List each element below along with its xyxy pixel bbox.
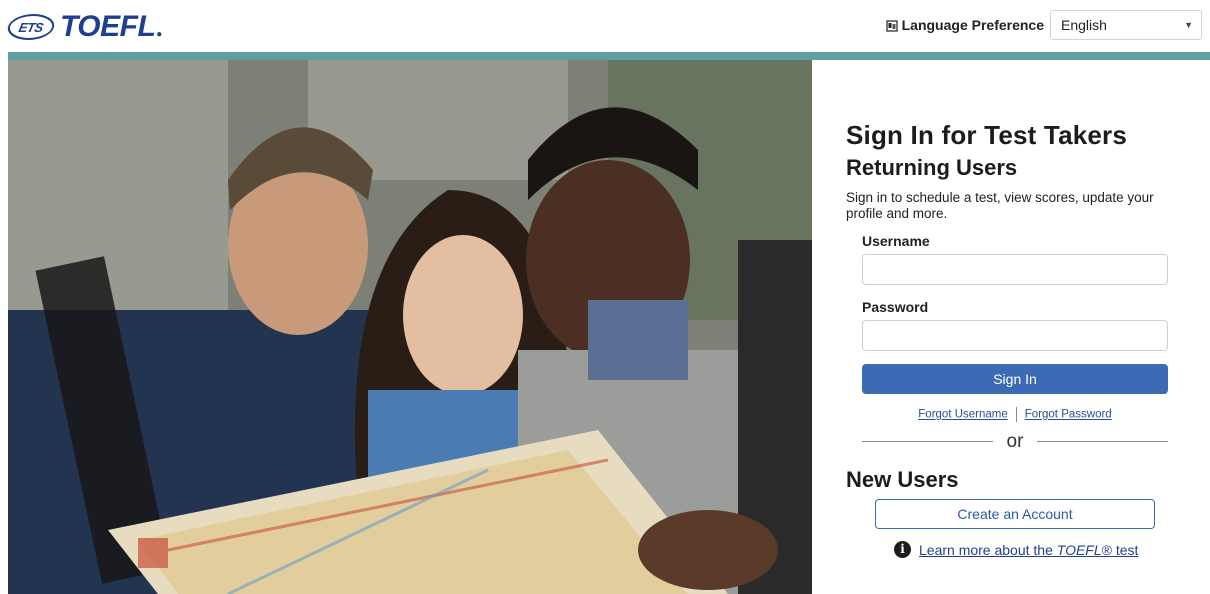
toefl-logo-text: TOEFL [60, 10, 156, 43]
ets-logo-mark: ETS [5, 14, 57, 40]
logo-dot: ● [156, 28, 163, 40]
ets-logo-text: ETS [17, 19, 45, 35]
link-separator [1015, 407, 1017, 423]
divider-line-left [862, 441, 993, 443]
signin-panel: Sign In for Test Takers Returning Users … [846, 120, 1176, 559]
forgot-password-link[interactable]: Forgot Password [1025, 409, 1112, 421]
username-label: Username [862, 233, 930, 250]
toefl-logo[interactable]: ETS TOEFL ● [5, 10, 163, 44]
new-users-heading: New Users [846, 467, 959, 493]
signin-description: Sign in to schedule a test, view scores,… [846, 189, 1154, 222]
or-divider: or [862, 432, 1168, 451]
language-preference: Language Preference English ▼ [886, 10, 1202, 40]
header-divider-bar [8, 52, 1210, 60]
page-title: Sign In for Test Takers [846, 120, 1128, 150]
chevron-down-icon: ▼ [1184, 20, 1193, 30]
sign-in-button[interactable]: Sign In [862, 364, 1168, 395]
hero-photo [8, 60, 812, 594]
language-preference-label: Language Preference [901, 17, 1044, 33]
learn-more-toefl: TOEFL [1056, 541, 1102, 558]
learn-more-link[interactable]: Learn more about the TOEFL® test [919, 542, 1138, 558]
learn-more-suffix: ® test [1101, 541, 1139, 558]
forgot-username-link[interactable]: Forgot Username [918, 409, 1007, 421]
password-label: Password [862, 299, 929, 316]
learn-more-prefix: Learn more about the [919, 541, 1057, 558]
info-circle-icon: i [894, 541, 911, 559]
forgot-links: Forgot Username Forgot Password [862, 407, 1168, 423]
learn-more-row: i Learn more about the TOEFL® test [894, 541, 1176, 559]
create-account-button[interactable]: Create an Account [875, 499, 1155, 530]
or-text: or [1006, 431, 1024, 453]
divider-line-right [1037, 441, 1168, 443]
header: ETS TOEFL ● Language Preference English … [0, 0, 1210, 52]
password-input[interactable] [862, 320, 1168, 352]
language-flag-icon [886, 19, 898, 32]
username-input[interactable] [862, 254, 1168, 286]
language-select[interactable]: English ▼ [1050, 10, 1202, 40]
returning-users-heading: Returning Users [846, 155, 1018, 181]
language-select-value: English [1061, 17, 1107, 33]
